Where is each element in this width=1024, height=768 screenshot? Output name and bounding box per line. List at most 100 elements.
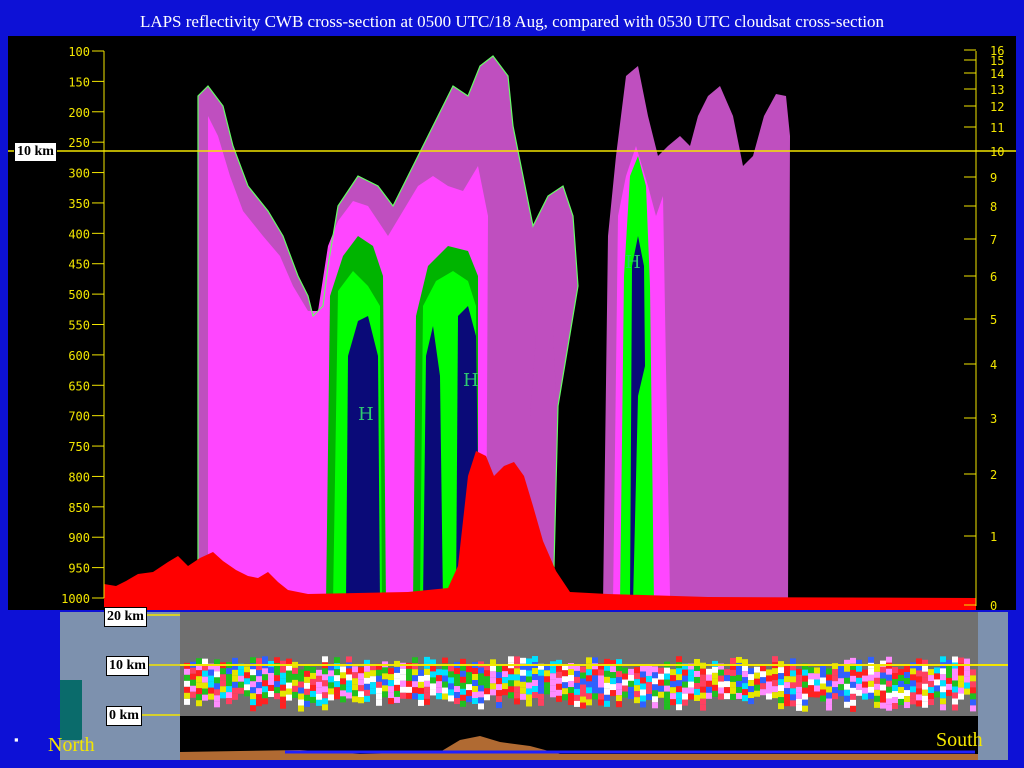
right-axis-tick-label: 5 bbox=[990, 313, 997, 327]
cloudsat-pixel bbox=[892, 703, 898, 710]
cloudsat-pixel bbox=[730, 681, 736, 688]
cloudsat-pixel bbox=[478, 685, 484, 692]
cloudsat-pixel bbox=[880, 702, 886, 709]
cloudsat-pixel bbox=[394, 690, 400, 697]
cloudsat-pixel bbox=[520, 693, 526, 700]
cloudsat-pixel bbox=[922, 665, 928, 672]
cloudsat-pixel bbox=[472, 668, 478, 675]
cloudsat-pixel bbox=[202, 676, 208, 683]
cloudsat-pixel bbox=[250, 675, 256, 682]
cloudsat-pixel bbox=[472, 674, 478, 681]
cloudsat-pixel bbox=[424, 656, 430, 663]
cloudsat-pixel bbox=[916, 700, 922, 707]
cloudsat-pixel bbox=[688, 681, 694, 688]
cloudsat-pixel bbox=[364, 689, 370, 696]
cloudsat-pixel bbox=[634, 679, 640, 686]
right-axis-tick-label: 10 bbox=[990, 145, 1004, 159]
cs-20km-label: 20 km bbox=[104, 607, 147, 627]
cloudsat-pixel bbox=[814, 691, 820, 698]
cloudsat-pixel bbox=[280, 684, 286, 691]
cloudsat-pixel bbox=[394, 666, 400, 673]
cloudsat-pixel bbox=[658, 673, 664, 680]
cloudsat-pixel bbox=[310, 666, 316, 673]
cloudsat-pixel bbox=[274, 657, 280, 664]
cloudsat-pixel bbox=[184, 692, 190, 699]
cloudsat-pixel bbox=[766, 681, 772, 688]
cloudsat-pixel bbox=[358, 667, 364, 674]
cloudsat-pixel bbox=[952, 656, 958, 663]
cloudsat-pixel bbox=[610, 678, 616, 685]
cloudsat-pixel bbox=[376, 693, 382, 700]
cloudsat-pixel bbox=[226, 686, 232, 693]
cloudsat-pixel bbox=[340, 696, 346, 703]
cloudsat-pixel bbox=[676, 698, 682, 705]
cloudsat-pixel bbox=[928, 669, 934, 676]
cloudsat-pixel bbox=[676, 680, 682, 687]
cloudsat-pixel bbox=[748, 686, 754, 693]
laps-chart: 1001502002503003504004505005506006507007… bbox=[8, 44, 1016, 610]
cloudsat-pixel bbox=[520, 675, 526, 682]
cloudsat-pixel bbox=[766, 669, 772, 676]
cloudsat-pixel bbox=[484, 682, 490, 689]
cloudsat-pixel bbox=[964, 670, 970, 677]
cloudsat-pixel bbox=[316, 693, 322, 700]
cloudsat-pixel bbox=[184, 674, 190, 681]
cloudsat-pixel bbox=[418, 675, 424, 682]
cloudsat-pixel bbox=[364, 671, 370, 678]
cloudsat-pixel bbox=[910, 674, 916, 681]
cloudsat-pixel bbox=[448, 671, 454, 678]
cloudsat-pixel bbox=[598, 687, 604, 694]
cloudsat-pixel bbox=[448, 677, 454, 684]
cloudsat-pixel bbox=[580, 684, 586, 691]
cloudsat-pixel bbox=[352, 690, 358, 697]
cloudsat-pixel bbox=[274, 675, 280, 682]
cloudsat-pixel bbox=[652, 702, 658, 709]
cloudsat-pixel bbox=[214, 683, 220, 690]
cloudsat-pixel bbox=[802, 669, 808, 676]
cloudsat-pixel bbox=[736, 668, 742, 675]
cloudsat-pixel bbox=[352, 666, 358, 673]
cloudsat-pixel bbox=[232, 675, 238, 682]
cloudsat-pixel bbox=[250, 687, 256, 694]
left-axis-tick-label: 850 bbox=[68, 501, 90, 515]
cloudsat-pixel bbox=[418, 687, 424, 694]
cloudsat-pixel bbox=[922, 683, 928, 690]
cloudsat-pixel bbox=[328, 688, 334, 695]
cloudsat-pixel bbox=[502, 665, 508, 672]
cloudsat-pixel bbox=[316, 681, 322, 688]
cloudsat-pixel bbox=[358, 679, 364, 686]
cloudsat-pixel bbox=[616, 665, 622, 672]
cloudsat-pixel bbox=[754, 690, 760, 697]
cloudsat-pixel bbox=[322, 692, 328, 699]
cloudsat-pixel bbox=[466, 666, 472, 673]
cloudsat-pixel bbox=[904, 684, 910, 691]
cloudsat-pixel bbox=[838, 690, 844, 697]
cloudsat-pixel bbox=[736, 686, 742, 693]
cloudsat-pixel bbox=[250, 657, 256, 664]
cloudsat-pixel bbox=[202, 694, 208, 701]
cloudsat-pixel bbox=[736, 680, 742, 687]
cloudsat-pixel bbox=[328, 676, 334, 683]
cloudsat-pixel bbox=[910, 686, 916, 693]
cloudsat-pixel bbox=[604, 682, 610, 689]
cloudsat-pixel bbox=[532, 668, 538, 675]
cloudsat-pixel bbox=[826, 680, 832, 687]
cloudsat-pixel bbox=[778, 667, 784, 674]
cloudsat-pixel bbox=[886, 674, 892, 681]
cloudsat-pixel bbox=[880, 666, 886, 673]
cloudsat-pixel bbox=[934, 667, 940, 674]
cloudsat-pixel bbox=[958, 681, 964, 688]
left-axis-tick-label: 950 bbox=[68, 562, 90, 576]
cloudsat-pixel bbox=[724, 675, 730, 682]
cloudsat-pixel bbox=[226, 692, 232, 699]
cloudsat-pixel bbox=[868, 686, 874, 693]
cloudsat-pixel bbox=[784, 682, 790, 689]
cloudsat-pixel bbox=[436, 681, 442, 688]
cloudsat-pixel bbox=[514, 692, 520, 699]
cloudsat-pixel bbox=[310, 684, 316, 691]
cloudsat-pixel bbox=[454, 674, 460, 681]
cloudsat-pixel bbox=[796, 692, 802, 699]
cloudsat-pixel bbox=[442, 669, 448, 676]
cloudsat-pixel bbox=[796, 668, 802, 675]
cloudsat-pixel bbox=[190, 685, 196, 692]
